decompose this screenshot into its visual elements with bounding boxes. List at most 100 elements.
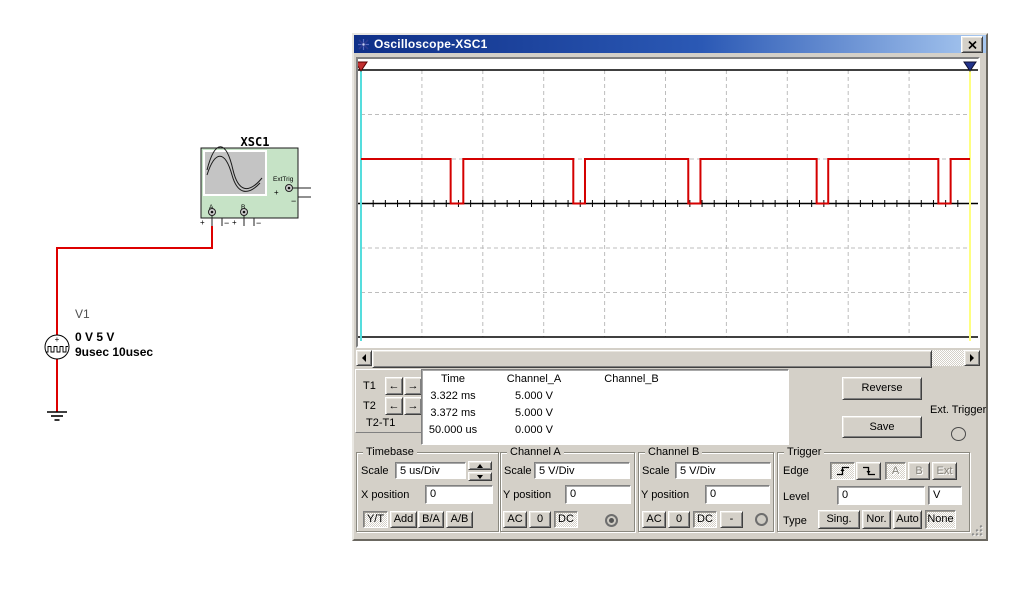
channel-a-scale-label: Scale <box>504 465 532 477</box>
terminal-a-plus-mark: + <box>200 218 205 227</box>
channel-a-y-position-field[interactable]: 0 <box>565 485 631 504</box>
channel-b-dc-button[interactable]: DC <box>693 511 717 528</box>
t1-label: T1 <box>363 380 376 392</box>
trigger-type-auto-button[interactable]: Auto <box>893 510 922 529</box>
x-position-field[interactable]: 0 <box>425 485 493 504</box>
channel-a-zero-button[interactable]: 0 <box>529 511 551 528</box>
channel-b-trigger-indicator <box>755 513 768 526</box>
scope-canvas <box>358 59 978 346</box>
channel-a-dc-button[interactable]: DC <box>554 511 578 528</box>
falling-edge-icon <box>862 466 876 476</box>
t2-right-button[interactable]: → <box>404 397 422 415</box>
ext-trig-plus-mark: + <box>274 188 279 197</box>
timebase-group: Timebase Scale 5 us/Div X position 0 Y/T… <box>356 452 499 532</box>
title-bar[interactable]: Oscilloscope-XSC1 <box>354 35 986 53</box>
oscilloscope-symbol[interactable]: ExtTrig + − A + − B + − <box>200 147 311 228</box>
save-button[interactable]: Save <box>842 416 922 438</box>
spinner-up-button[interactable] <box>468 461 492 470</box>
trigger-type-single-button[interactable]: Sing. <box>818 510 860 529</box>
source-plus-mark: + <box>55 335 60 344</box>
timebase-scale-field[interactable]: 5 us/Div <box>395 462 466 479</box>
t1-time-value: 3.322 ms <box>422 390 484 407</box>
t2-label: T2 <box>363 400 376 412</box>
t2t1-time-value: 50.000 us <box>422 424 484 441</box>
rising-edge-icon <box>836 466 850 476</box>
channel-b-scale-field[interactable]: 5 V/Div <box>675 462 771 479</box>
ext-trig-minus-mark: − <box>291 196 296 206</box>
channel-a-scale-field[interactable]: 5 V/Div <box>534 462 630 479</box>
readout-col-channel-b: Channel_B <box>584 373 679 390</box>
channel-b-zero-button[interactable]: 0 <box>668 511 690 528</box>
instrument-ref-label: XSC1 <box>241 135 270 149</box>
voltage-source-v1[interactable]: + <box>45 335 69 359</box>
channel-b-scale-label: Scale <box>642 465 670 477</box>
ext-trigger-label: Ext. Trigger <box>930 404 986 416</box>
scope-display <box>356 57 980 348</box>
spinner-down-button[interactable] <box>468 472 492 481</box>
t2t1-label: T2-T1 <box>366 417 395 429</box>
close-button[interactable] <box>961 36 983 53</box>
terminal-b-minus-mark: − <box>256 218 261 228</box>
terminal-b-dot <box>243 211 246 214</box>
trigger-type-none-button[interactable]: None <box>925 510 956 529</box>
t2t1-channel-b-value <box>584 424 679 441</box>
trigger-level-unit-field[interactable]: V <box>928 486 962 505</box>
channel-b-ac-button[interactable]: AC <box>642 511 666 528</box>
x-position-label: X position <box>361 489 409 501</box>
timebase-scale-spinner <box>468 461 492 481</box>
terminal-a-minus-mark: − <box>224 218 229 228</box>
channel-b-y-position-field[interactable]: 0 <box>705 485 770 504</box>
channel-a-ac-button[interactable]: AC <box>503 511 527 528</box>
scrollbar-thumb[interactable] <box>372 350 932 368</box>
t1-right-button[interactable]: → <box>404 377 422 395</box>
t1-channel-a-value: 5.000 V <box>484 390 584 407</box>
ext-trig-terminal-dot <box>288 187 291 190</box>
trigger-source-a-button: A <box>885 462 906 480</box>
ba-mode-button[interactable]: B/A <box>418 511 444 528</box>
timebase-group-label: Timebase <box>363 446 417 458</box>
trigger-level-label: Level <box>783 491 809 503</box>
oscilloscope-window: Oscilloscope-XSC1 T1 ← → T2 ← → T2-T1 Ti… <box>352 33 988 541</box>
t1-left-button[interactable]: ← <box>385 377 403 395</box>
ab-mode-button[interactable]: A/B <box>446 511 473 528</box>
add-mode-button[interactable]: Add <box>390 511 417 528</box>
spinner-up-icon <box>477 464 483 468</box>
reverse-button[interactable]: Reverse <box>842 377 922 400</box>
scroll-left-button[interactable] <box>356 350 372 366</box>
t2-channel-a-value: 5.000 V <box>484 407 584 424</box>
spinner-down-icon <box>477 475 483 479</box>
trigger-level-field[interactable]: 0 <box>837 486 925 505</box>
falling-edge-button[interactable] <box>856 462 881 480</box>
ground-symbol[interactable] <box>47 412 67 420</box>
close-icon <box>968 41 977 49</box>
trigger-type-normal-button[interactable]: Nor. <box>862 510 891 529</box>
channel-b-y-position-label: Y position <box>641 489 689 501</box>
ext-trig-label: ExtTrig <box>273 176 294 183</box>
t2-left-button[interactable]: ← <box>385 397 403 415</box>
timebase-scale-label: Scale <box>361 465 389 477</box>
trigger-edge-label: Edge <box>783 465 809 477</box>
app-icon <box>357 38 370 51</box>
source-value-line2: 9usec 10usec <box>75 345 153 359</box>
trigger-group: Trigger Edge A B Ext Level 0 V Type Sing… <box>777 452 970 532</box>
yt-mode-button[interactable]: Y/T <box>363 511 388 528</box>
terminal-b-plus-mark: + <box>232 218 237 227</box>
readout-col-time: Time <box>422 373 484 390</box>
circuit-schematic: XSC1 ExtTrig + − A + − B + − + <box>30 125 320 435</box>
channel-b-group: Channel B Scale 5 V/Div Y position 0 AC … <box>638 452 774 532</box>
t2t1-channel-a-value: 0.000 V <box>484 424 584 441</box>
measurement-readout: Time Channel_A Channel_B 3.322 ms 5.000 … <box>421 369 789 445</box>
resize-grip[interactable] <box>971 524 984 537</box>
terminal-a-dot <box>211 211 214 214</box>
ext-trigger-connector <box>951 427 966 441</box>
source-ref-label: V1 <box>75 307 90 321</box>
rising-edge-button[interactable] <box>830 462 855 480</box>
t2-time-value: 3.372 ms <box>422 407 484 424</box>
scope-scrollbar[interactable] <box>356 350 980 366</box>
scroll-right-button[interactable] <box>964 350 980 366</box>
channel-b-invert-button[interactable]: - <box>720 511 743 528</box>
channel-a-trigger-indicator <box>605 514 618 527</box>
channel-a-y-position-label: Y position <box>503 489 551 501</box>
cursor-control-box: T1 ← → T2 ← → T2-T1 <box>355 369 423 433</box>
t1-channel-b-value <box>584 390 679 407</box>
